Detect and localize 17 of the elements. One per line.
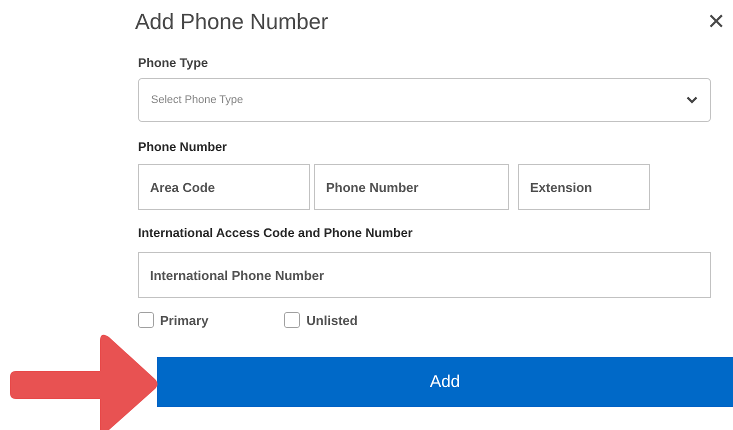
checkbox-label: Primary (160, 312, 208, 328)
field-label: International Access Code and Phone Number (138, 226, 414, 242)
input-field[interactable]: International Phone Number (138, 252, 711, 298)
close-button[interactable]: ✕ (707, 9, 725, 35)
arrow-icon (8, 333, 160, 430)
field-label: Phone Type (138, 56, 209, 72)
chevron-down-icon (686, 96, 698, 104)
checkbox[interactable] (138, 312, 154, 328)
phone-type-select[interactable]: Select Phone Type (138, 78, 711, 122)
add-button[interactable]: Add (157, 357, 733, 407)
input-field[interactable]: Phone Number (314, 164, 509, 210)
checkbox-label: Unlisted (306, 312, 358, 328)
checkbox[interactable] (284, 312, 300, 328)
input-field[interactable]: Area Code (138, 164, 310, 210)
field-label: Phone Number (138, 140, 228, 156)
input-field[interactable]: Extension (518, 164, 650, 210)
dialog-title: Add Phone Number (135, 9, 328, 35)
